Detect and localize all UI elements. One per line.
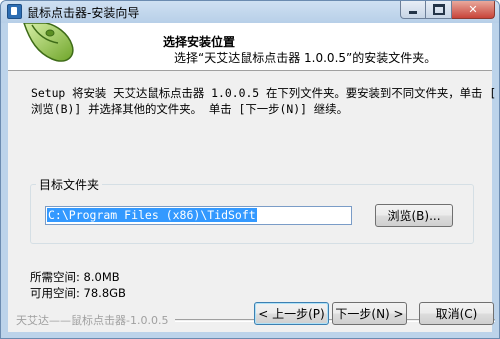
space-required: 所需空间: 8.0MB: [30, 270, 120, 284]
step-subtitle: 选择“天艾达鼠标点击器 1.0.0.5”的安装文件夹。: [174, 51, 437, 65]
next-button[interactable]: 下一步(N) >: [332, 302, 407, 325]
instructions-text: Setup 将安装 天艾达鼠标点击器 1.0.0.5 在下列文件夹。要安装到不同…: [31, 85, 496, 117]
maximize-button[interactable]: [426, 1, 452, 19]
minimize-icon: [409, 11, 417, 14]
close-icon: ✕: [468, 3, 478, 16]
installer-icon: [7, 4, 22, 19]
minimize-button[interactable]: [400, 1, 426, 19]
cancel-button[interactable]: 取消(C): [419, 302, 494, 325]
title-bar[interactable]: 鼠标点击器-安装向导 ✕: [1, 1, 499, 23]
installer-window: 鼠标点击器-安装向导 ✕ 选择安装位置 选择“天艾达鼠标点击器 1.0.0.5”…: [0, 0, 500, 339]
wizard-body: 选择安装位置 选择“天艾达鼠标点击器 1.0.0.5”的安装文件夹。 Setup…: [8, 23, 496, 332]
browse-button[interactable]: 浏览(B)...: [375, 204, 453, 227]
wizard-header: 选择安装位置 选择“天艾达鼠标点击器 1.0.0.5”的安装文件夹。: [8, 23, 492, 71]
window-title: 鼠标点击器-安装向导: [27, 6, 140, 20]
destination-path-value: C:\Program Files (x86)\TidSoft: [47, 208, 257, 222]
branding-text: 天艾达——鼠标点击器-1.0.0.5: [16, 314, 169, 327]
window-controls: ✕: [400, 1, 495, 19]
space-available: 可用空间: 78.8GB: [30, 286, 126, 300]
back-button[interactable]: < 上一步(P): [254, 302, 329, 325]
close-button[interactable]: ✕: [452, 1, 495, 19]
maximize-icon: [432, 4, 445, 15]
step-title: 选择安装位置: [163, 35, 236, 49]
mouse-icon: [23, 23, 74, 62]
instructions-line-2: 浏览(B)] 并选择其他的文件夹。 单击 [下一步(N)] 继续。: [31, 102, 348, 116]
destination-path-input[interactable]: C:\Program Files (x86)\TidSoft: [45, 206, 352, 225]
destination-group-label: 目标文件夹: [36, 176, 103, 193]
instructions-line-1: Setup 将安装 天艾达鼠标点击器 1.0.0.5 在下列文件夹。要安装到不同…: [31, 86, 497, 100]
